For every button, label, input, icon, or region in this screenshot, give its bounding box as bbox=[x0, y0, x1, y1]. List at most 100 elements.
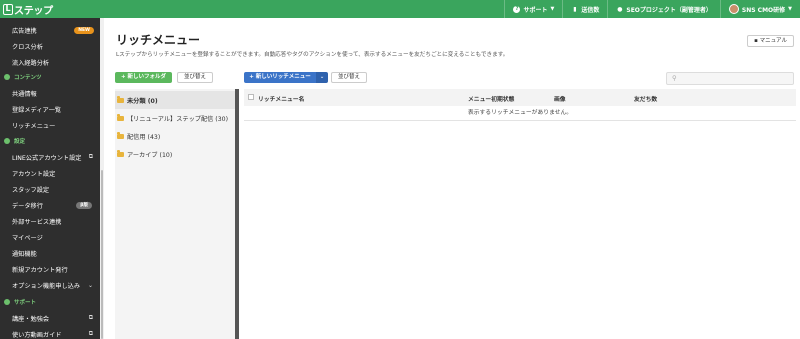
page-description: Lステップからリッチメニューを登録することができます。自動応答やタグのアクション… bbox=[116, 52, 509, 58]
folder-item[interactable]: 配信用 (43) bbox=[115, 127, 235, 145]
folder-icon bbox=[117, 150, 124, 157]
column-header-initial-state[interactable]: メニュー初期状態 bbox=[468, 94, 514, 103]
sidebar-item-rich-menu[interactable]: リッチメニュー bbox=[0, 117, 100, 133]
sidebar-item-cross-analysis[interactable]: クロス分析 bbox=[0, 38, 100, 54]
sidebar-section-settings: 設定 bbox=[0, 136, 100, 146]
page-title: リッチメニュー bbox=[116, 33, 201, 47]
logo-mark: L bbox=[3, 3, 13, 15]
external-link-icon: ⧉ bbox=[88, 153, 93, 160]
new-badge: NEW bbox=[74, 26, 94, 34]
sidebar-item-label: 流入経路分析 bbox=[12, 59, 50, 67]
avatar bbox=[728, 4, 739, 14]
sidebar-item-label: クロス分析 bbox=[12, 43, 43, 51]
help-icon: ? bbox=[513, 5, 521, 13]
sidebar-item-my-page[interactable]: マイページ bbox=[0, 229, 100, 245]
sidebar-section-support: サポート bbox=[0, 297, 100, 307]
sidebar-item-option-application[interactable]: オプション機能申し込み ⌄ bbox=[0, 277, 100, 293]
rich-menu-table: リッチメニュー名 メニュー初期状態 画像 友だち数 表示するリッチメニューがあり… bbox=[244, 89, 796, 121]
sort-menus-button[interactable]: 並び替え bbox=[331, 72, 367, 83]
column-header-image[interactable]: 画像 bbox=[554, 94, 566, 103]
main-content: リッチメニュー Lステップからリッチメニューを登録することができます。自動応答や… bbox=[104, 18, 800, 339]
column-header-friends[interactable]: 友だち数 bbox=[634, 94, 657, 103]
section-label: 設定 bbox=[14, 139, 26, 145]
support-menu[interactable]: ? サポート ▼ bbox=[504, 0, 562, 18]
top-bar: L ステップ ? サポート ▼ ▮ 送信数 ● SEOプロジェクト（副管理者） … bbox=[0, 0, 800, 18]
sidebar-item-label: LINE公式アカウント設定 bbox=[12, 154, 82, 162]
sidebar-item-media-list[interactable]: 登録メディア一覧 bbox=[0, 101, 100, 117]
sort-folders-button[interactable]: 並び替え bbox=[177, 72, 213, 83]
search-input[interactable]: ⚲ bbox=[666, 72, 794, 85]
chevron-down-icon: ▼ bbox=[550, 6, 555, 12]
sidebar-item-label: 外部サービス連携 bbox=[12, 218, 62, 226]
sidebar-item-label: 登録メディア一覧 bbox=[12, 106, 62, 114]
manual-label: マニュアル bbox=[759, 38, 787, 44]
manual-button[interactable]: ▪ マニュアル bbox=[747, 35, 794, 47]
folder-label: 【リニューアル】ステップ配信 (30) bbox=[127, 115, 228, 123]
folder-icon bbox=[117, 132, 124, 139]
project-label: SEOプロジェクト（副管理者） bbox=[626, 6, 712, 14]
empty-message: 表示するリッチメニューがありません。 bbox=[244, 106, 796, 121]
column-header-name[interactable]: リッチメニュー名 bbox=[258, 94, 304, 103]
new-rich-menu-dropdown[interactable]: ⌄ bbox=[316, 72, 328, 83]
sidebar-item-label: 広告連携 bbox=[12, 27, 37, 35]
folder-label: 配信用 (43) bbox=[127, 133, 161, 141]
sidebar-item-external-services[interactable]: 外部サービス連携 bbox=[0, 213, 100, 229]
sidebar-item-line-account-settings[interactable]: LINE公式アカウント設定 ⧉ bbox=[0, 149, 100, 165]
sidebar-item-ad-integration[interactable]: 広告連携 NEW bbox=[0, 22, 100, 38]
sidebar-item-label: 講座・勉強会 bbox=[12, 315, 50, 323]
send-count-label: 送信数 bbox=[581, 6, 600, 14]
sidebar-item-label: データ移行 bbox=[12, 202, 43, 210]
send-count-link[interactable]: ▮ 送信数 bbox=[562, 0, 607, 18]
logo-text: ステップ bbox=[14, 5, 53, 17]
external-link-icon: ⧉ bbox=[88, 314, 93, 321]
folder-label: 未分類 (0) bbox=[127, 97, 158, 105]
folder-icon bbox=[117, 96, 124, 103]
folder-item[interactable]: アーカイブ (10) bbox=[115, 145, 235, 163]
external-link-icon: ⧉ bbox=[88, 330, 93, 337]
support-label: サポート bbox=[523, 6, 548, 14]
chevron-down-icon: ⌄ bbox=[319, 74, 325, 80]
sidebar-item-label: 新規アカウント発行 bbox=[12, 266, 68, 274]
new-folder-label: 新しいフォルダ bbox=[127, 74, 167, 80]
user-icon: ● bbox=[617, 5, 623, 13]
folder-label: アーカイブ (10) bbox=[127, 151, 173, 159]
sidebar-item-label: オプション機能申し込み bbox=[12, 282, 81, 290]
project-menu[interactable]: ● SEOプロジェクト（副管理者） bbox=[607, 0, 720, 18]
sidebar-item-label: リッチメニュー bbox=[12, 122, 56, 130]
sidebar-item-label: アカウント設定 bbox=[12, 170, 56, 178]
section-label: サポート bbox=[14, 300, 37, 306]
new-rich-menu-button[interactable]: + 新しいリッチメニュー bbox=[244, 72, 316, 83]
folder-item[interactable]: 【リニューアル】ステップ配信 (30) bbox=[115, 109, 235, 127]
sidebar-item-video-guide[interactable]: 使い方動画ガイド ⧉ bbox=[0, 326, 100, 339]
folder-panel-scrollbar[interactable] bbox=[235, 89, 239, 339]
support-section-icon bbox=[4, 299, 10, 305]
sidebar-scrollbar-thumb[interactable] bbox=[101, 170, 103, 339]
sidebar-item-account-settings[interactable]: アカウント設定 bbox=[0, 165, 100, 181]
sidebar-item-label: 共通情報 bbox=[12, 90, 37, 98]
folder-panel: 未分類 (0) 【リニューアル】ステップ配信 (30) 配信用 (43) アーカ… bbox=[115, 89, 238, 339]
sidebar-item-notifications[interactable]: 通知機能 bbox=[0, 245, 100, 261]
new-folder-button[interactable]: + 新しいフォルダ bbox=[115, 72, 172, 83]
sidebar-item-common-info[interactable]: 共通情報 bbox=[0, 85, 100, 101]
select-all-checkbox[interactable] bbox=[248, 94, 254, 100]
sidebar-item-label: スタッフ設定 bbox=[12, 186, 50, 194]
top-nav: ? サポート ▼ ▮ 送信数 ● SEOプロジェクト（副管理者） SNS CMO… bbox=[504, 0, 800, 18]
sidebar-item-staff-settings[interactable]: スタッフ設定 bbox=[0, 181, 100, 197]
account-menu[interactable]: SNS CMO研修 ▼ bbox=[719, 0, 800, 18]
sidebar-item-label: 使い方動画ガイド bbox=[12, 331, 62, 339]
search-icon: ⚲ bbox=[672, 74, 677, 82]
table-header: リッチメニュー名 メニュー初期状態 画像 友だち数 bbox=[244, 89, 796, 106]
bar-chart-icon: ▮ bbox=[573, 5, 577, 13]
sidebar-item-new-account[interactable]: 新規アカウント発行 bbox=[0, 261, 100, 277]
logo[interactable]: L ステップ bbox=[0, 0, 100, 18]
folder-icon bbox=[117, 114, 124, 121]
sidebar-item-seminars[interactable]: 講座・勉強会 ⧉ bbox=[0, 310, 100, 326]
folder-item[interactable]: 未分類 (0) bbox=[115, 91, 235, 109]
content-section-icon bbox=[4, 74, 10, 80]
sidebar-item-data-migration[interactable]: データ移行 β版 bbox=[0, 197, 100, 213]
sidebar-item-label: マイページ bbox=[12, 234, 43, 242]
beta-badge: β版 bbox=[76, 201, 92, 209]
sidebar-item-label: 通知機能 bbox=[12, 250, 37, 258]
chevron-down-icon: ⌄ bbox=[87, 281, 93, 289]
sidebar-item-inflow-analysis[interactable]: 流入経路分析 bbox=[0, 54, 100, 70]
